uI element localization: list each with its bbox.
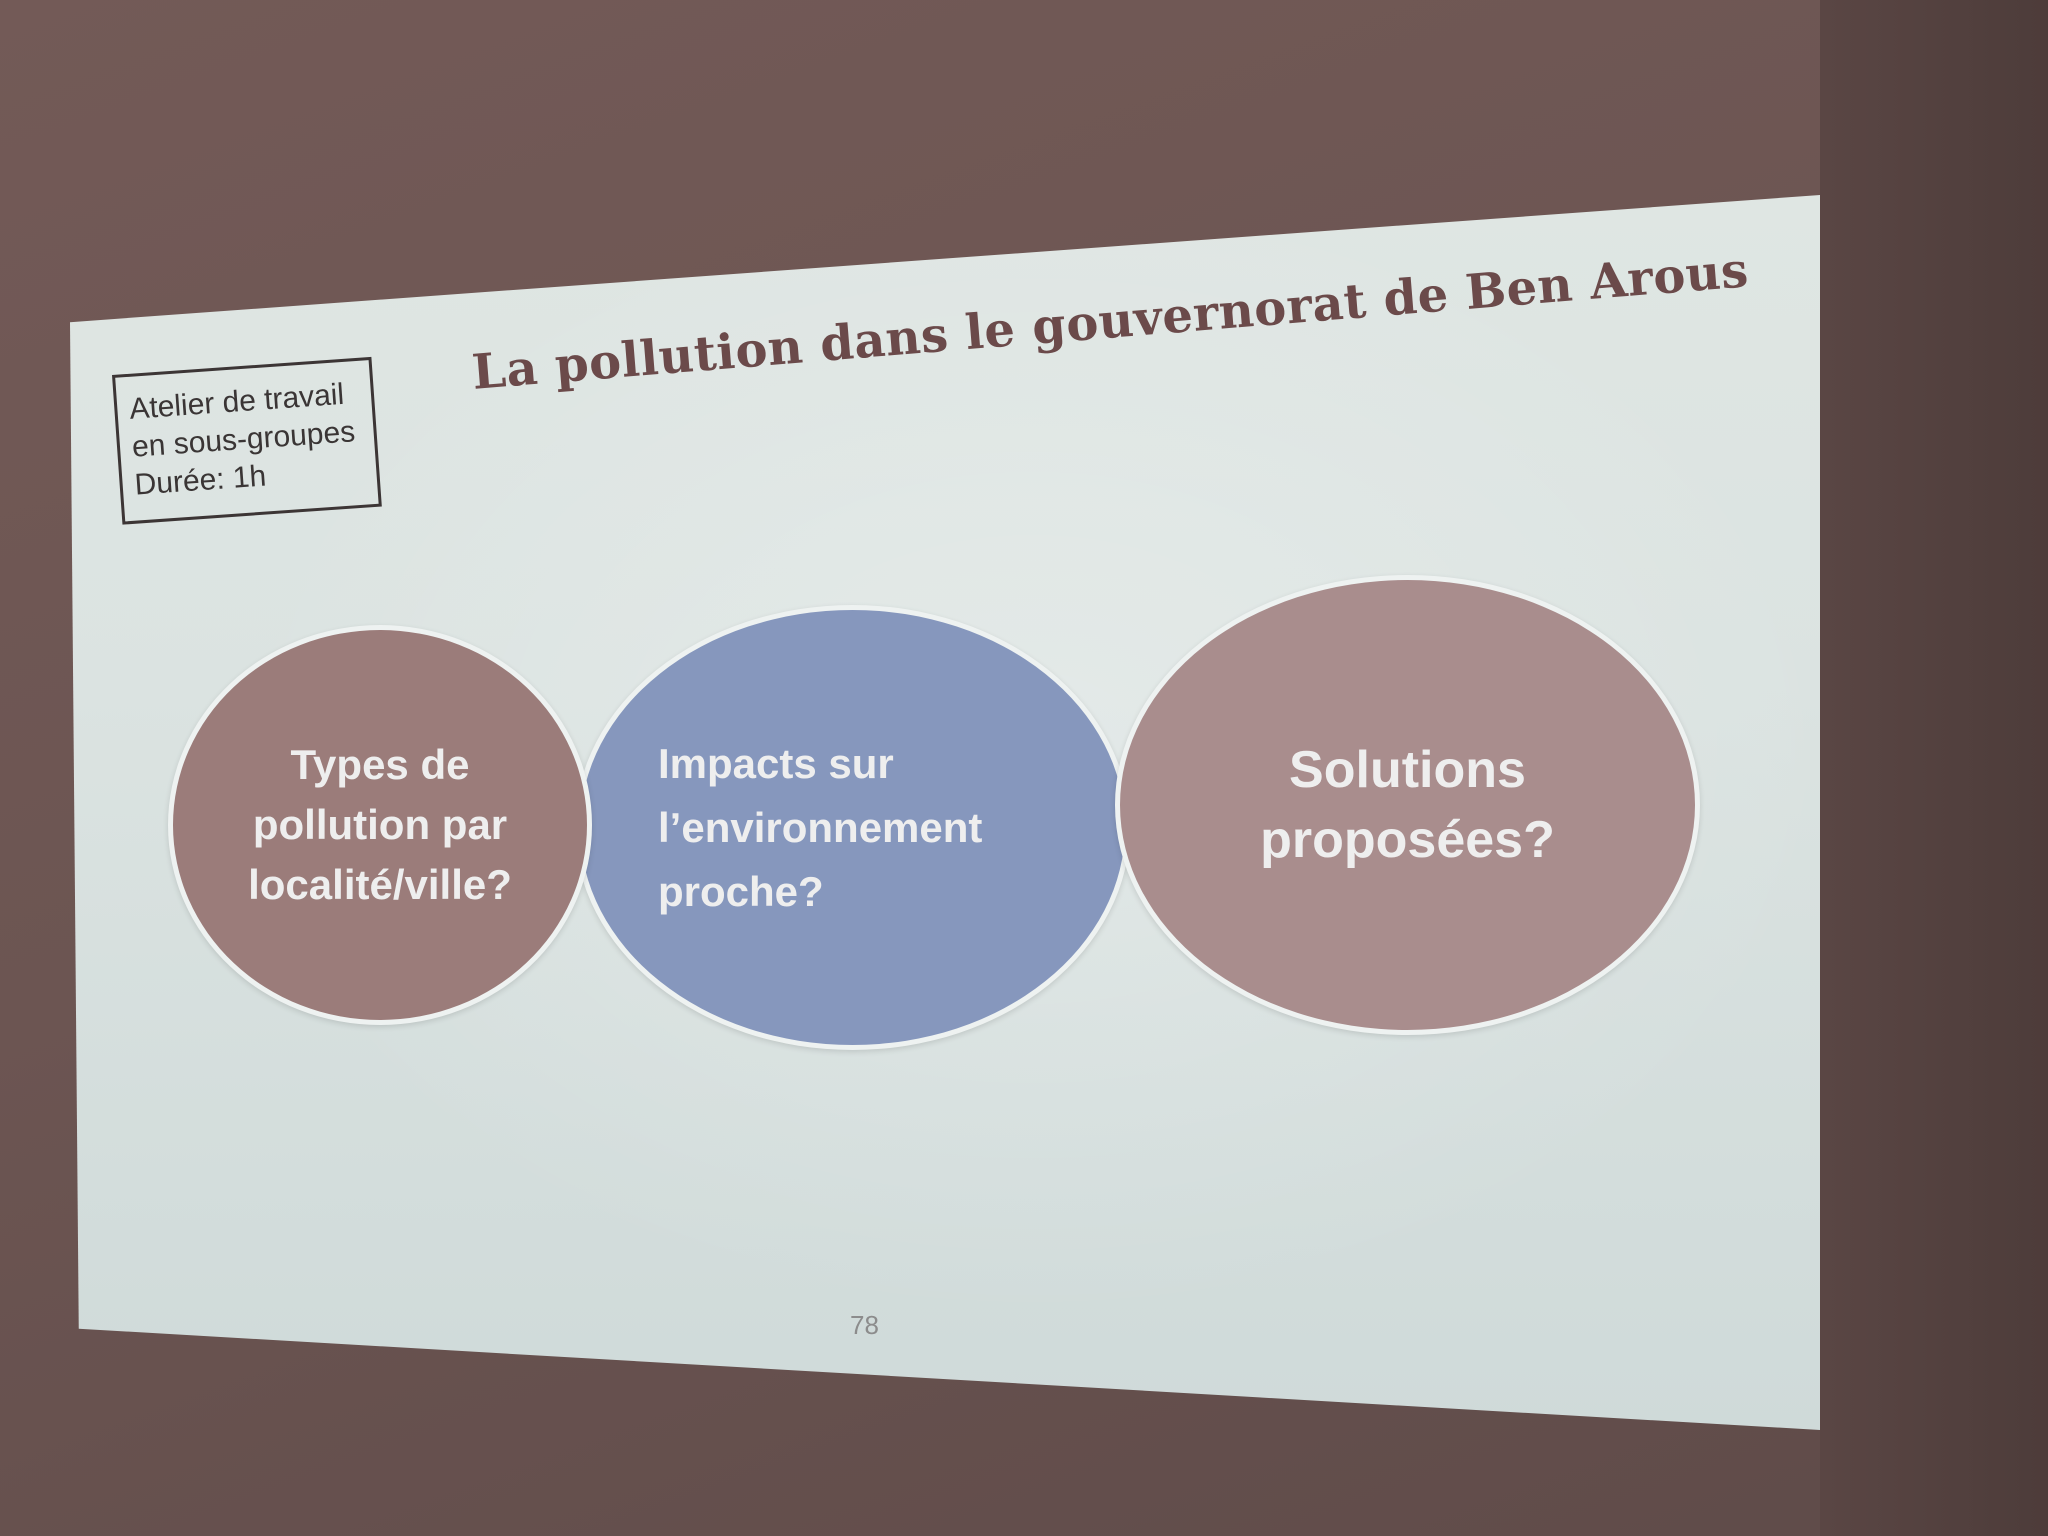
oval-text-line: Solutions: [1289, 741, 1526, 799]
slide: Atelier de travail en sous-groupes Durée…: [70, 195, 1820, 1430]
page-number: 78: [850, 1310, 879, 1340]
oval-proposed-solutions: Solutions proposées?: [1115, 575, 1700, 1035]
slide-title: La pollution dans le gouvernorat de Ben …: [470, 242, 1751, 401]
oval-pollution-types: Types de pollution par localité/ville?: [168, 625, 592, 1025]
oval-text-line: proche?: [658, 867, 824, 915]
workshop-info-box: Atelier de travail en sous-groupes Durée…: [112, 356, 382, 525]
oval-text-line: Types de: [290, 741, 470, 788]
wall-background: [1820, 0, 2048, 1536]
oval-text-line: Impacts sur: [658, 739, 894, 787]
oval-text-line: localité/ville?: [248, 861, 512, 908]
projection-screen: Atelier de travail en sous-groupes Durée…: [70, 195, 1820, 1430]
oval-text-line: pollution par: [252, 801, 508, 848]
oval-text-line: proposées?: [1260, 811, 1555, 869]
oval-text-line: l’environnement: [658, 803, 983, 851]
oval-environment-impacts: Impacts sur l’environnement proche?: [575, 605, 1130, 1050]
